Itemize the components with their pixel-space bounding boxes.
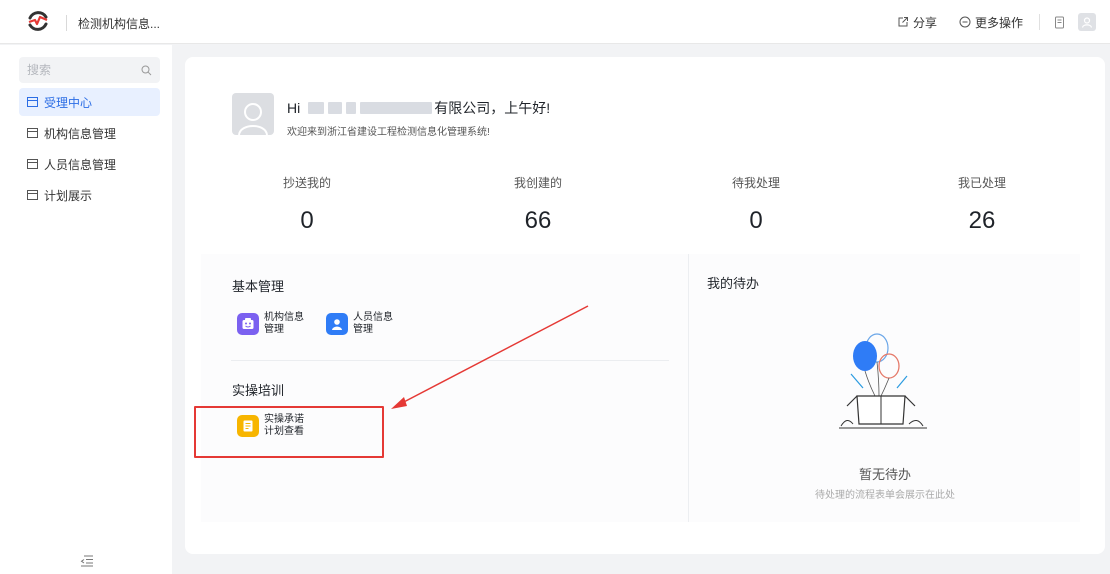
sidebar-item-org-info[interactable]: 机构信息管理 (19, 119, 160, 147)
sidebar-item-plan-display[interactable]: 计划展示 (19, 181, 160, 209)
stat-value: 26 (968, 207, 996, 234)
basic-management-title: 基本管理 (232, 279, 285, 294)
search-icon[interactable] (141, 65, 152, 76)
stat-value: 0 (749, 207, 763, 234)
share-button[interactable]: 分享 (897, 14, 937, 31)
greeting-text: Hi 有限公司，上午好! (287, 98, 550, 118)
empty-state-subtitle: 待处理的流程表单会展示在此处 (815, 490, 955, 501)
todo-title: 我的待办 (707, 276, 760, 291)
redacted-name (360, 102, 433, 114)
calendar-icon (27, 190, 38, 200)
form-icon[interactable] (1054, 16, 1066, 29)
org-info-icon (237, 313, 259, 335)
redacted-name (346, 102, 357, 114)
stat-cc-me[interactable]: 抄送我的 0 (247, 174, 367, 235)
stat-label: 我已处理 (957, 176, 1006, 190)
annotation-highlight-box (194, 406, 384, 458)
todo-panel: 我的待办 暂无待办 待处理的流程表单会展示在此处 (688, 254, 1080, 522)
app-label: 机构信息管理 (264, 312, 304, 335)
app-staff-info[interactable]: 人员信息管理 (326, 312, 393, 336)
more-icon (959, 16, 971, 28)
calendar-icon (27, 159, 38, 169)
more-label: 更多操作 (974, 15, 1023, 30)
share-label: 分享 (912, 15, 937, 30)
calendar-icon (27, 128, 38, 138)
staff-info-icon (326, 313, 348, 335)
top-actions: 分享 更多操作 (875, 0, 1096, 44)
sidebar-item-label: 受理中心 (44, 95, 93, 110)
redacted-name (308, 102, 325, 114)
welcome-text: 欢迎来到浙江省建设工程检测信息化管理系统! (287, 127, 490, 138)
user-avatar-small[interactable] (1078, 13, 1096, 31)
empty-state-title: 暂无待办 (858, 467, 911, 482)
stat-label: 我创建的 (513, 176, 562, 190)
sidebar: 受理中心 机构信息管理 人员信息管理 计划展示 (0, 45, 172, 574)
app-label: 人员信息管理 (353, 312, 393, 335)
app-org-info[interactable]: 机构信息管理 (237, 312, 304, 336)
app-title[interactable]: 检测机构信息... (78, 15, 160, 32)
stat-label: 抄送我的 (282, 176, 331, 190)
training-title: 实操培训 (232, 383, 285, 398)
sidebar-item-reception-center[interactable]: 受理中心 (19, 88, 160, 116)
user-avatar (232, 93, 274, 135)
section-divider (231, 360, 669, 361)
header-separator (1039, 14, 1040, 30)
stat-label: 待我处理 (731, 176, 780, 190)
greeting-company: 有限公司，上午好! (434, 100, 551, 116)
sidebar-item-label: 机构信息管理 (44, 126, 117, 141)
sidebar-nav: 受理中心 机构信息管理 人员信息管理 计划展示 (19, 88, 160, 212)
sidebar-item-label: 人员信息管理 (44, 157, 117, 172)
dashboard-card: Hi 有限公司，上午好! 欢迎来到浙江省建设工程检测信息化管理系统! 抄送我的 … (185, 57, 1105, 554)
calendar-icon (27, 97, 38, 107)
header-divider (66, 15, 67, 31)
user-icon (238, 103, 268, 135)
user-icon (1081, 17, 1093, 28)
more-actions-button[interactable]: 更多操作 (959, 14, 1023, 31)
empty-box-balloon-illustration (839, 333, 927, 429)
stat-pending-me[interactable]: 待我处理 0 (696, 174, 816, 235)
greeting-hi: Hi (287, 100, 301, 116)
stat-value: 66 (524, 207, 552, 234)
stat-value: 0 (300, 207, 314, 234)
top-bar: 检测机构信息... 分享 更多操作 (0, 0, 1110, 44)
apps-panel: 基本管理 机构信息管理 人员信息管理 实操培训 实操承诺计划查看 (201, 254, 689, 522)
sidebar-item-staff-info[interactable]: 人员信息管理 (19, 150, 160, 178)
collapse-sidebar-icon[interactable] (80, 555, 94, 567)
redacted-name (328, 102, 343, 114)
search-input[interactable] (27, 63, 141, 77)
stat-processed-by-me[interactable]: 我已处理 26 (922, 174, 1042, 235)
sidebar-item-label: 计划展示 (44, 188, 93, 203)
share-icon (898, 17, 908, 27)
app-logo-icon[interactable] (26, 9, 50, 33)
search-box (19, 57, 160, 83)
stat-created-by-me[interactable]: 我创建的 66 (478, 174, 598, 235)
